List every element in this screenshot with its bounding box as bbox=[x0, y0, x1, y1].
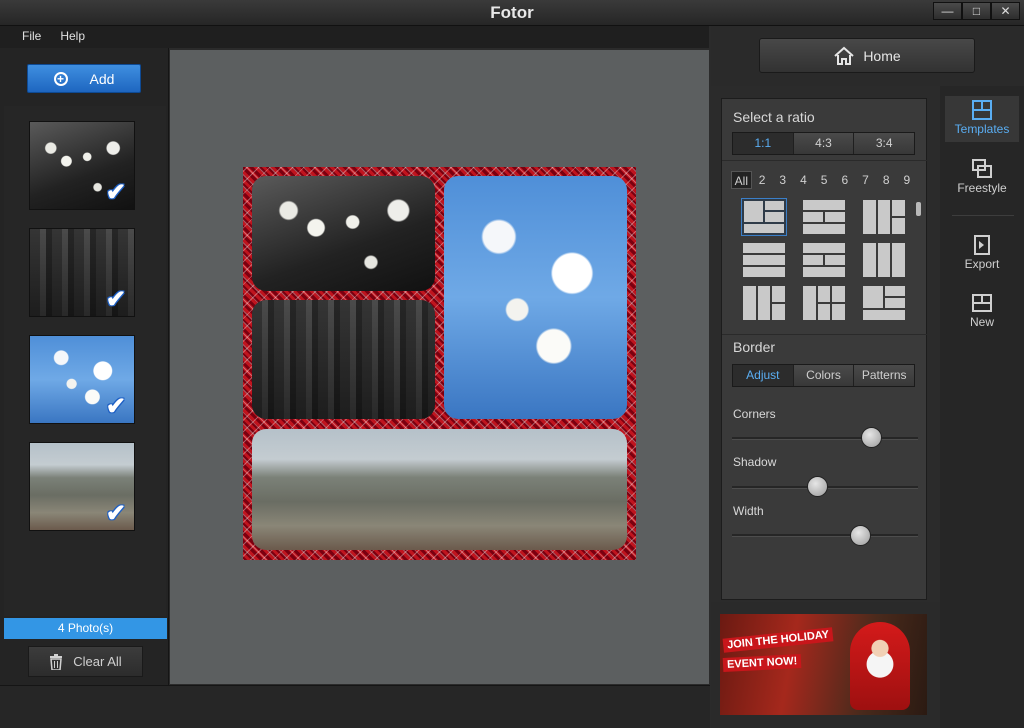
tool-freestyle[interactable]: Freestyle bbox=[945, 155, 1019, 201]
corners-label: Corners bbox=[733, 407, 776, 421]
filter-5[interactable]: 5 bbox=[814, 171, 835, 189]
layout-option[interactable] bbox=[741, 284, 787, 322]
tool-templates[interactable]: Templates bbox=[945, 96, 1019, 142]
width-slider[interactable] bbox=[732, 534, 918, 537]
layout-scrollbar[interactable] bbox=[916, 202, 921, 216]
divider bbox=[952, 215, 1014, 216]
window-controls: — □ ✕ bbox=[933, 2, 1020, 20]
photo-sidebar: + Add ✔ ✔ ✔ ✔ 4 Photo(s) Clear All bbox=[0, 48, 169, 685]
templates-icon bbox=[972, 100, 992, 120]
add-button-label: Add bbox=[89, 70, 115, 87]
menu-file[interactable]: File bbox=[0, 26, 52, 48]
checkmark-icon: ✔ bbox=[105, 286, 126, 313]
freestyle-icon bbox=[972, 159, 992, 178]
close-button[interactable]: ✕ bbox=[991, 2, 1020, 20]
tool-label: Export bbox=[964, 257, 1000, 271]
layout-option[interactable] bbox=[861, 198, 907, 236]
templates-panel: Select a ratio 1:1 4:3 3:4 All 2 3 4 5 6… bbox=[721, 98, 928, 600]
ratio-4-3[interactable]: 4:3 bbox=[792, 133, 854, 154]
ratio-title: Select a ratio bbox=[733, 109, 815, 125]
santa-image bbox=[850, 622, 910, 710]
border-title: Border bbox=[733, 339, 776, 355]
filter-8[interactable]: 8 bbox=[876, 171, 897, 189]
tool-label: Freestyle bbox=[957, 181, 1007, 195]
layout-option[interactable] bbox=[801, 284, 847, 322]
maximize-button[interactable]: □ bbox=[962, 2, 991, 20]
layout-grid bbox=[731, 195, 921, 325]
clear-all-label: Clear All bbox=[73, 654, 122, 669]
ad-area: JOIN THE HOLIDAY EVENT NOW! bbox=[711, 602, 940, 728]
filter-6[interactable]: 6 bbox=[834, 171, 855, 189]
tool-label: New bbox=[969, 315, 994, 329]
filter-7[interactable]: 7 bbox=[855, 171, 876, 189]
layout-option[interactable] bbox=[861, 284, 907, 322]
photo-thumbnail[interactable]: ✔ bbox=[29, 335, 135, 424]
add-button[interactable]: + Add bbox=[27, 64, 141, 93]
menu-help[interactable]: Help bbox=[52, 26, 96, 48]
title-bar: Fotor — □ ✕ bbox=[0, 0, 1024, 26]
menu-bar: File Help bbox=[0, 26, 709, 48]
layout-option[interactable] bbox=[741, 198, 787, 236]
layout-option[interactable] bbox=[741, 241, 787, 279]
add-circle-icon: + bbox=[53, 71, 68, 86]
ratio-3-4[interactable]: 3:4 bbox=[853, 133, 915, 154]
photo-thumbnail[interactable]: ✔ bbox=[29, 121, 135, 210]
filter-all[interactable]: All bbox=[731, 171, 752, 189]
home-icon bbox=[834, 46, 854, 65]
divider bbox=[722, 160, 928, 161]
export-icon bbox=[974, 235, 990, 255]
trash-icon bbox=[50, 653, 63, 670]
width-label: Width bbox=[733, 504, 764, 518]
photo-thumbnail[interactable]: ✔ bbox=[29, 228, 135, 317]
collage-canvas bbox=[170, 50, 709, 684]
layout-option[interactable] bbox=[801, 241, 847, 279]
divider bbox=[722, 334, 928, 335]
window-title: Fotor bbox=[490, 3, 534, 22]
tab-adjust[interactable]: Adjust bbox=[733, 365, 793, 386]
ad-line-1: JOIN THE HOLIDAY bbox=[722, 627, 834, 653]
corners-slider-knob[interactable] bbox=[861, 427, 882, 448]
home-button[interactable]: Home bbox=[759, 38, 975, 73]
collage-cell[interactable] bbox=[444, 176, 627, 419]
tab-patterns[interactable]: Patterns bbox=[853, 365, 915, 386]
photo-count-filter: All 2 3 4 5 6 7 8 9 bbox=[731, 171, 917, 189]
ad-line-2: EVENT NOW! bbox=[722, 653, 802, 673]
ratio-selector: 1:1 4:3 3:4 bbox=[732, 132, 915, 155]
status-bar bbox=[0, 685, 710, 728]
checkmark-icon: ✔ bbox=[105, 179, 126, 206]
photo-thumbnail[interactable]: ✔ bbox=[29, 442, 135, 531]
filter-4[interactable]: 4 bbox=[793, 171, 814, 189]
collage-cell[interactable] bbox=[252, 300, 435, 419]
collage-cell[interactable] bbox=[252, 176, 435, 291]
checkmark-icon: ✔ bbox=[105, 500, 126, 527]
tool-column: Templates Freestyle Export New bbox=[940, 86, 1024, 728]
tool-new[interactable]: New bbox=[945, 289, 1019, 335]
clear-all-button[interactable]: Clear All bbox=[28, 646, 143, 677]
home-label: Home bbox=[863, 47, 901, 64]
width-slider-knob[interactable] bbox=[849, 525, 871, 546]
collage[interactable] bbox=[243, 167, 636, 560]
tab-colors[interactable]: Colors bbox=[792, 365, 854, 386]
layout-option[interactable] bbox=[861, 241, 907, 279]
holiday-ad-banner[interactable]: JOIN THE HOLIDAY EVENT NOW! bbox=[720, 614, 927, 715]
filter-2[interactable]: 2 bbox=[752, 171, 773, 189]
photo-list: ✔ ✔ ✔ ✔ bbox=[4, 106, 166, 616]
photo-count: 4 Photo(s) bbox=[4, 618, 167, 639]
shadow-label: Shadow bbox=[733, 455, 777, 469]
tool-label: Templates bbox=[954, 122, 1010, 136]
home-bar: Home bbox=[711, 26, 1024, 86]
minimize-button[interactable]: — bbox=[933, 2, 962, 20]
collage-cell[interactable] bbox=[252, 429, 627, 550]
new-icon bbox=[972, 294, 992, 312]
layout-option[interactable] bbox=[801, 198, 847, 236]
tool-export[interactable]: Export bbox=[945, 231, 1019, 277]
corners-slider[interactable] bbox=[732, 437, 918, 440]
checkmark-icon: ✔ bbox=[105, 393, 126, 420]
border-tabs: Adjust Colors Patterns bbox=[732, 364, 915, 387]
shadow-slider-knob[interactable] bbox=[807, 476, 829, 497]
filter-3[interactable]: 3 bbox=[772, 171, 793, 189]
filter-9[interactable]: 9 bbox=[897, 171, 918, 189]
ratio-1-1[interactable]: 1:1 bbox=[733, 133, 793, 154]
